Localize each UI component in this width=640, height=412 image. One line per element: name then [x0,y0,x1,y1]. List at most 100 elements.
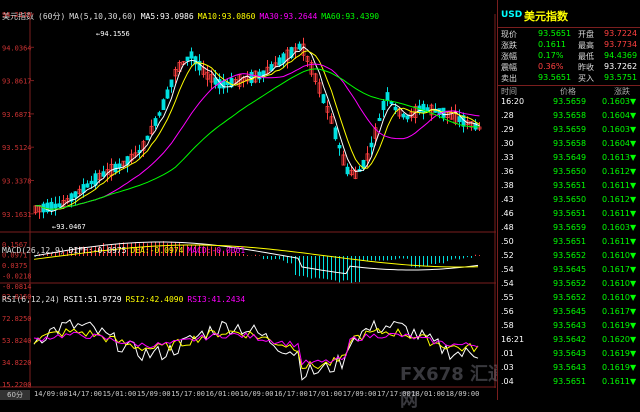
tick-time: .36 [501,167,514,176]
tick-change: 0.1619▼ [602,363,637,372]
tick-change: 0.1617▼ [602,307,637,316]
tick-price: 93.5652 [553,279,587,288]
tick-change: 0.1604▼ [602,111,637,120]
candle-body [425,107,430,112]
candle-body [53,203,58,209]
macd-dea: DEA:-0.0974 [130,246,184,255]
time-axis-label: 14/17:00 [68,390,102,398]
rsi-label: RSI(6,12,24) [2,295,60,304]
tick-price: 93.5643 [553,349,587,358]
tick-header-row: 时间 价格 涨跌 [498,86,640,97]
tick-time: .03 [501,363,514,372]
quote-row: 震幅 0.36% 昨收 93.7262 [498,62,640,73]
price-axis-label: 93.5124 [2,144,32,152]
quote-value: 93.5651 [538,73,572,82]
tick-row: .55 93.5652 0.1610▼ [498,293,640,304]
rsi3-value: RSI3:41.2434 [187,295,246,304]
quote-value: 0.17% [538,51,564,60]
tick-price: 93.5659 [553,223,587,232]
candle-body [49,201,54,212]
tick-time: .29 [501,125,514,134]
ma5-line [35,46,480,213]
candle-body [457,116,462,123]
tick-change: 0.1612▼ [602,195,637,204]
macd-header: MACD(26,12,9) DIFF:-0.0975 DEA:-0.0974 MACD… [2,238,249,257]
rsi-header: RSI(6,12,24) RSI1:51.9729 RSI2:42.4090 RSI3… [2,287,249,306]
price-axis-label: 93.6871 [2,111,32,119]
symbol-name: 美元指数 [524,10,568,23]
tick-time: .58 [501,321,514,330]
symbol-code: USD [501,10,523,20]
quote-label: 买入 [578,74,594,83]
tick-price: 93.5651 [553,181,587,190]
tick-row: .52 93.5652 0.1610▼ [498,251,640,262]
tick-row: .43 93.5650 0.1612▼ [498,195,640,206]
candlestick-chart[interactable]: 94.2110 94.0364 93.8617 93.6871 93.5124 93.33… [0,0,496,400]
macd-label: MACD(26,12,9) [2,246,65,255]
tick-time: .56 [501,307,514,316]
candle-body [165,89,170,99]
candle-body [81,184,86,193]
tick-row: .54 93.5652 0.1610▼ [498,279,640,290]
time-axis-label: 15/09:00 [137,390,171,398]
tick-time: .46 [501,209,514,218]
time-axis-label: 15/01:00 [103,390,137,398]
price-axis-label: 93.3378 [2,178,32,186]
price-axis-label: 93.1631 [2,211,32,219]
watermark: FX678 汇通网 [400,364,507,411]
tick-change: 0.1611▼ [602,377,637,386]
tick-row: .38 93.5651 0.1611▼ [498,181,640,192]
tick-change: 0.1603▼ [602,125,637,134]
tick-change: 0.1613▼ [602,153,637,162]
tick-change: 0.1611▼ [602,209,637,218]
tick-change: 0.1610▼ [602,279,637,288]
tick-change: 0.1619▼ [602,321,637,330]
tick-time: .30 [501,139,514,148]
rsi-axis-label: 53.8240 [2,337,32,345]
candle-body [57,203,62,208]
candle-body [337,145,342,149]
chart-area[interactable]: 美元指数 (60分) MA(5,10,30,60) MA5:93.0986 MA10:9… [0,0,506,411]
tick-price: 93.5649 [553,153,587,162]
tick-header-time: 时间 [501,87,517,96]
tick-change: 0.1619▼ [602,349,637,358]
quote-label: 最高 [578,41,594,50]
tick-change: 0.1611▼ [602,237,637,246]
ma60-line [35,68,480,210]
candle-body [73,191,78,198]
tick-row: .29 93.5659 0.1603▼ [498,125,640,136]
candle-body [381,100,386,111]
tick-header-price: 价格 [560,87,576,96]
period-badge[interactable]: 60分 [0,390,30,400]
tick-price: 93.5659 [553,125,587,134]
tick-time: 16:20 [501,97,525,106]
tick-price: 93.5659 [553,97,587,106]
tick-price: 93.5651 [553,237,587,246]
price-axis-label: 94.2110 [2,11,32,19]
quote-label: 涨跌 [501,41,517,50]
tick-price: 93.5658 [553,139,587,148]
macd-value: MACD:-0.0001 [187,246,246,255]
ma30-line [35,63,480,210]
quote-label: 卖出 [501,74,517,83]
tick-row: .56 93.5645 0.1617▼ [498,307,640,318]
tick-change: 0.1620▼ [602,335,637,344]
tick-change: 0.1610▼ [602,293,637,302]
time-axis-label: 16/17:00 [274,390,308,398]
tick-price: 93.5658 [553,111,587,120]
quote-value: 0.1611 [538,40,566,49]
tick-row: .36 93.5650 0.1612▼ [498,167,640,178]
macd-axis-label: -0.0218 [2,273,32,281]
tick-time: .54 [501,279,514,288]
tick-price: 93.5650 [553,167,587,176]
tick-time: .43 [501,195,514,204]
candle-body [169,79,174,88]
tick-row: .30 93.5658 0.1604▼ [498,139,640,150]
candle-body [101,171,106,177]
tick-time: .01 [501,349,514,358]
time-axis-label: 14/09:00 [34,390,68,398]
quote-value: 94.4369 [604,51,638,60]
tick-row: .01 93.5643 0.1619▼ [498,349,640,360]
candle-body [85,183,90,188]
candle-body [161,99,166,111]
